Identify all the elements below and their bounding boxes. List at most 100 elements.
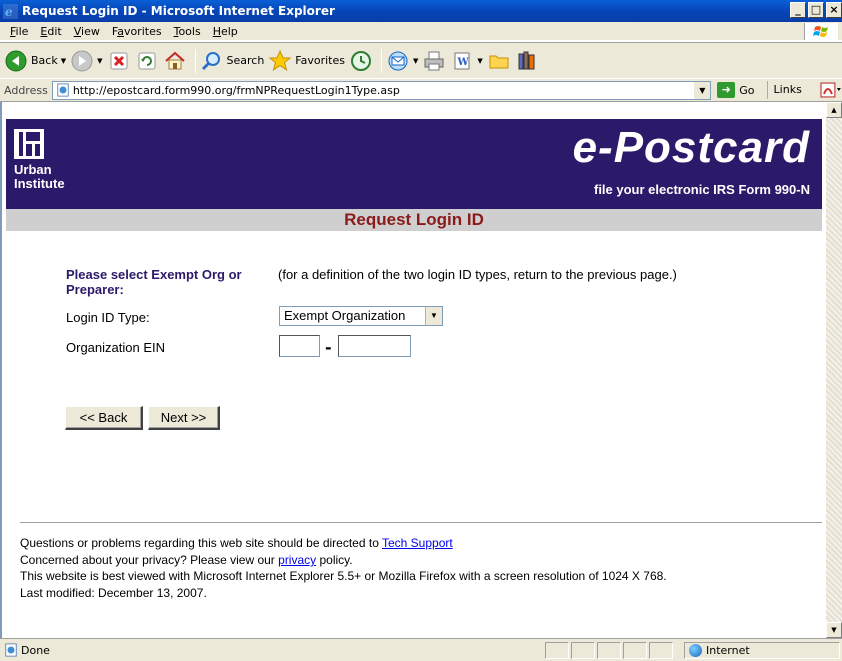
menu-help-accel: H — [212, 24, 221, 38]
menu-file-rest: ile — [15, 24, 29, 38]
standard-toolbar: Back ▼ ▼ Search Favorites ▼ W ▼ — [0, 42, 842, 78]
star-icon — [268, 49, 292, 71]
folder-icon — [489, 55, 509, 68]
select-prompt: Please select Exempt Org or Preparer: — [66, 267, 242, 297]
mail-button[interactable]: ▼ — [386, 49, 418, 73]
back-page-button[interactable]: << Back — [65, 406, 143, 430]
privacy-text-pre: Concerned about your privacy? Please vie… — [20, 553, 279, 567]
forward-dropdown-icon[interactable]: ▼ — [97, 57, 102, 65]
menu-tools[interactable]: Tools — [168, 25, 207, 38]
privacy-text-post: policy. — [316, 553, 353, 567]
status-text: Done — [21, 643, 50, 657]
address-label: Address — [4, 83, 48, 97]
login-type-select[interactable]: Exempt Organization ▼ — [279, 306, 443, 326]
heading-bar: Request Login ID — [6, 209, 822, 231]
status-pane — [571, 642, 595, 659]
home-button[interactable] — [163, 49, 187, 73]
chevron-down-icon[interactable]: ▼ — [425, 307, 442, 325]
svg-text:W: W — [457, 57, 470, 68]
window-titlebar[interactable]: e Request Login ID - Microsoft Internet … — [0, 0, 842, 22]
ein-suffix-input[interactable] — [338, 335, 411, 357]
page-viewport: Urban Institute e-Postcard file your ele… — [0, 102, 826, 638]
ein-dash: - — [325, 338, 332, 357]
ein-prefix-input[interactable] — [279, 335, 320, 357]
status-pane — [623, 642, 647, 659]
search-button[interactable]: Search — [200, 49, 265, 73]
address-input[interactable]: http://epostcard.form990.org/frmNPReques… — [51, 80, 712, 100]
menu-favorites-rest: vorites — [123, 24, 162, 38]
toolbar-separator — [381, 48, 382, 73]
vertical-scrollbar[interactable]: ▲ ▼ — [826, 102, 842, 638]
privacy-line: Concerned about your privacy? Please vie… — [20, 553, 353, 567]
mail-dropdown-icon[interactable]: ▼ — [413, 57, 418, 65]
history-icon — [351, 50, 371, 71]
toolbar-separator — [194, 48, 196, 73]
refresh-icon — [138, 52, 155, 69]
menu-favorites-accel: a — [117, 24, 124, 38]
login-type-label: Login ID Type: — [66, 310, 150, 325]
org-name: Urban Institute — [14, 163, 65, 191]
printer-icon — [424, 51, 444, 70]
menu-bar: File Edit View Favorites Tools Help — [0, 22, 842, 41]
edit-dropdown-icon[interactable]: ▼ — [477, 57, 482, 65]
history-button[interactable] — [349, 49, 373, 73]
forward-button[interactable]: ▼ — [70, 49, 103, 73]
scroll-down-icon[interactable]: ▼ — [826, 622, 842, 638]
close-button[interactable]: × — [826, 2, 842, 18]
privacy-link[interactable]: privacy — [278, 553, 316, 567]
security-zone[interactable]: Internet — [684, 642, 840, 659]
maximize-button[interactable]: □ — [808, 2, 824, 18]
address-dropdown-icon[interactable]: ▼ — [693, 81, 711, 99]
go-arrow-icon: ➜ — [717, 82, 736, 98]
menu-favorites[interactable]: Favorites — [106, 25, 168, 38]
status-bar: Done Internet — [0, 638, 842, 661]
org-name-line2: Institute — [14, 176, 65, 191]
forward-arrow-icon — [71, 50, 93, 71]
last-modified: Last modified: December 13, 2007. — [20, 586, 207, 600]
address-bar: Address http://epostcard.form990.org/frm… — [0, 78, 842, 114]
print-button[interactable] — [422, 49, 446, 73]
tech-support-link[interactable]: Tech Support — [382, 536, 453, 550]
menu-help[interactable]: Help — [207, 25, 244, 38]
window-title: Request Login ID - Microsoft Internet Ex… — [22, 4, 335, 18]
org-name-line1: Urban — [14, 162, 52, 177]
windows-flag-icon — [804, 23, 838, 40]
status-pane — [545, 642, 569, 659]
menu-view[interactable]: View — [68, 25, 106, 38]
back-arrow-icon — [5, 50, 27, 71]
back-button[interactable]: Back ▼ — [4, 49, 66, 73]
window-controls: _ □ × — [790, 2, 842, 18]
ein-label: Organization EIN — [66, 340, 165, 355]
menu-edit[interactable]: Edit — [34, 25, 67, 38]
status-pane — [649, 642, 673, 659]
search-icon — [201, 51, 220, 70]
refresh-button[interactable] — [135, 49, 159, 73]
next-page-button[interactable]: Next >> — [148, 406, 220, 430]
discuss-button[interactable] — [487, 49, 511, 73]
menu-help-rest: elp — [220, 24, 238, 38]
links-button[interactable]: Links » — [766, 81, 813, 114]
definition-note: (for a definition of the two login ID ty… — [278, 267, 677, 282]
globe-icon — [689, 644, 702, 657]
page-done-icon — [5, 643, 17, 657]
search-label: Search — [226, 54, 265, 67]
zone-label: Internet — [706, 644, 750, 657]
home-icon — [164, 51, 185, 69]
edit-button[interactable]: W ▼ — [450, 49, 483, 73]
favorites-button[interactable]: Favorites — [268, 49, 345, 73]
minimize-button[interactable]: _ — [790, 2, 806, 18]
links-label: Links — [773, 83, 802, 96]
footer-divider — [20, 522, 822, 524]
menu-view-accel: V — [73, 24, 82, 38]
menu-view-rest: iew — [81, 24, 100, 38]
go-button[interactable]: ➜ Go — [717, 82, 755, 98]
back-dropdown-icon[interactable]: ▼ — [61, 57, 66, 65]
stop-button[interactable] — [107, 49, 131, 73]
ie-icon: e — [3, 3, 18, 19]
scroll-up-icon[interactable]: ▲ — [826, 102, 842, 118]
menu-file[interactable]: File — [4, 25, 34, 38]
research-button[interactable] — [515, 49, 539, 73]
acrobat-icon[interactable] — [820, 82, 842, 98]
brand-logo: e-Postcard — [572, 123, 810, 172]
favorites-label: Favorites — [295, 54, 345, 67]
